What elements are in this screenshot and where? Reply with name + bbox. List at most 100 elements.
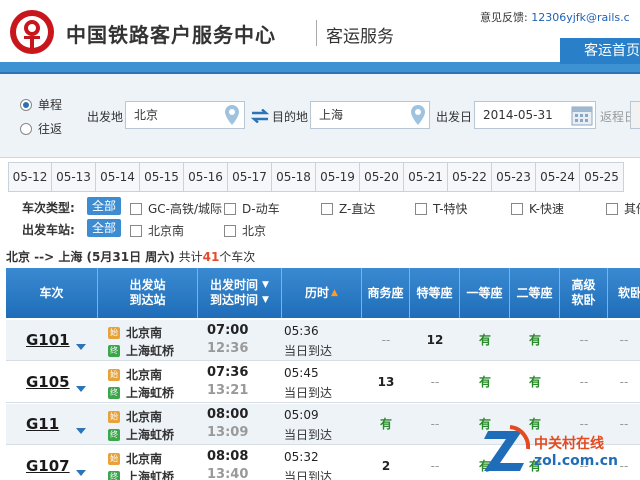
checkbox-icon[interactable] [130,224,142,237]
train-count: 41 [202,250,220,264]
date-tab[interactable]: 05-18 [272,162,316,192]
date-tab[interactable]: 05-20 [360,162,404,192]
table-header: 车次 出发站 到达站 出发时间 到达时间 ▼ ▼ 历时 ▲ 商务座 特等座 一等座… [6,268,640,318]
start-station-tag: 始 [108,368,120,381]
end-station-tag: 终 [108,344,120,357]
swap-stations-icon[interactable] [250,109,270,123]
filter-type-d[interactable]: D-动车 [224,200,280,217]
col-time[interactable]: 出发时间 到达时间 ▼ ▼ [198,268,282,318]
checkbox-icon[interactable] [415,202,427,215]
train-type-filter: 车次类型: 全部 GC-高铁/城际 D-动车 Z-直达 T-特快 K-快速 其他 [0,196,640,218]
filter-station-beijingnan[interactable]: 北京南 [130,222,184,239]
filter-type-t[interactable]: T-特快 [415,200,468,217]
seat-business: 13 [377,375,395,389]
train-number-link[interactable]: G101 [26,331,70,349]
sort-desc-icon[interactable]: ▼ [262,293,269,308]
checkbox-icon[interactable] [224,202,236,215]
date-tab[interactable]: 05-21 [404,162,448,192]
radio-unchecked-icon[interactable] [20,122,32,135]
checkbox-icon[interactable] [321,202,333,215]
seat-special: -- [430,375,440,389]
start-station-tag: 始 [108,410,120,423]
seat-second: 有 [528,375,541,389]
trip-type-label: 往返 [38,122,63,136]
checkbox-icon[interactable] [130,202,142,215]
arrival-time: 13:21 [207,383,249,398]
seat-business: 有 [379,417,392,431]
count-suffix: 个车次 [219,250,256,264]
date-tab[interactable]: 05-23 [492,162,536,192]
checkbox-icon[interactable] [224,224,236,237]
arrival-time: 13:09 [207,425,249,440]
col-train: 车次 [6,268,98,318]
checkbox-icon[interactable] [606,202,618,215]
to-station: 终上海虹桥 [108,426,174,443]
to-label: 目的地 [272,110,309,124]
to-station: 终上海虹桥 [108,384,174,401]
start-station-tag: 始 [108,452,120,465]
train-number-link[interactable]: G105 [26,373,70,391]
train-type-all-button[interactable]: 全部 [87,197,121,215]
radio-checked-icon[interactable] [20,98,32,111]
dropdown-arrow-icon[interactable] [76,344,86,350]
date-tab[interactable]: 05-25 [580,162,624,192]
sort-desc-icon[interactable]: ▼ [262,278,269,293]
page-root: 中国铁路客户服务中心 客运服务 意见反馈: 12306yjfk@rails.c … [0,0,640,480]
result-summary: 北京 --> 上海 (5月31日 周六) 共计41个车次 [6,248,255,265]
col-first-label: 一等座 [466,285,503,300]
from-station: 始北京南 [108,366,162,383]
col-business-label: 商务座 [367,285,404,300]
dropdown-arrow-icon[interactable] [76,470,86,476]
feedback-link[interactable]: 意见反馈: 12306yjfk@rails.c [480,9,630,25]
dropdown-arrow-icon[interactable] [76,428,86,434]
filter-option-label: GC-高铁/城际 [148,202,223,216]
col-train-label: 车次 [39,285,64,300]
location-pin-icon[interactable] [410,104,426,126]
date-tab[interactable]: 05-13 [52,162,96,192]
filter-type-k[interactable]: K-快速 [511,200,564,217]
feedback-email[interactable]: 12306yjfk@rails.c [531,11,629,24]
from-station-name: 北京南 [126,452,163,466]
station-all-button[interactable]: 全部 [87,219,121,237]
trip-type-return[interactable]: 往返 [20,120,62,137]
date-tab[interactable]: 05-19 [316,162,360,192]
col-stations[interactable]: 出发站 到达站 [98,268,198,318]
date-tab[interactable]: 05-14 [96,162,140,192]
filter-option-label: K-快速 [529,202,564,216]
station-filter-label: 出发车站: [22,223,75,237]
date-tab[interactable]: 05-24 [536,162,580,192]
train-number-link[interactable]: G11 [26,415,59,433]
filter-type-gc[interactable]: GC-高铁/城际 [130,200,222,217]
filter-station-beijing[interactable]: 北京 [224,222,266,239]
date-tab[interactable]: 05-22 [448,162,492,192]
location-pin-icon[interactable] [224,104,240,126]
seat-first: 有 [478,333,491,347]
seat-business: 2 [381,459,391,473]
site-header: 中国铁路客户服务中心 客运服务 意见反馈: 12306yjfk@rails.c [0,0,640,64]
col-duration[interactable]: 历时 ▲ [282,268,362,318]
return-date-input[interactable] [630,101,640,129]
col-soft-label: 软卧 [618,285,640,300]
to-station-name: 上海虹桥 [126,470,175,480]
date-tab[interactable]: 05-16 [184,162,228,192]
from-station-name: 北京南 [126,368,163,382]
date-tab[interactable]: 05-15 [140,162,184,192]
filter-type-z[interactable]: Z-直达 [321,200,375,217]
date-tab[interactable]: 05-12 [8,162,52,192]
departure-time: 08:08 [207,449,249,464]
calendar-icon[interactable] [571,104,593,126]
railway-logo-icon[interactable] [8,8,56,56]
duration: 05:45 [284,366,319,380]
trip-type-oneway[interactable]: 单程 [20,96,62,113]
train-number-link[interactable]: G107 [26,457,70,475]
dropdown-arrow-icon[interactable] [76,386,86,392]
date-tab[interactable]: 05-17 [228,162,272,192]
checkbox-icon[interactable] [511,202,523,215]
arrival-day: 当日到达 [284,344,333,358]
filter-type-other[interactable]: 其他 [606,200,640,217]
col-stations-label-2: 到达站 [129,293,166,307]
count-prefix: 共计 [178,250,203,264]
sort-asc-icon[interactable]: ▲ [331,286,338,301]
col-special: 特等座 [410,268,460,318]
nav-tab-home[interactable]: 客运首页 [560,38,640,64]
